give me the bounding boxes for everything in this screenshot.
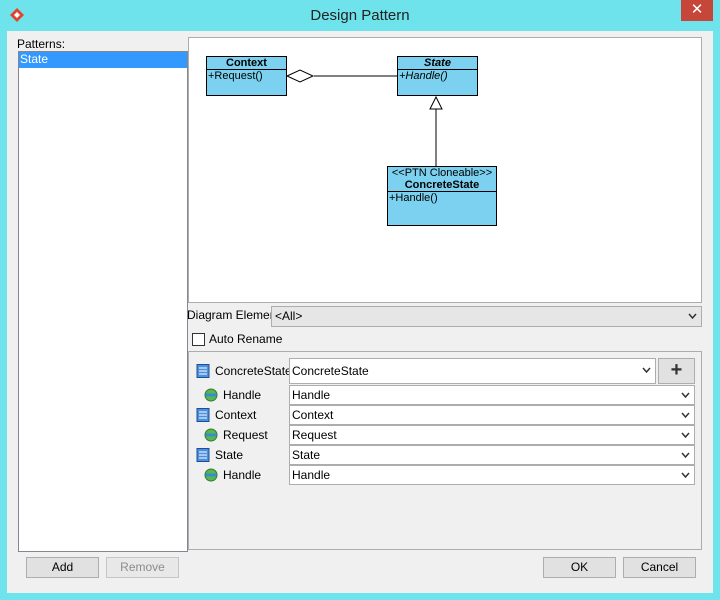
class-name: ConcreteState	[388, 179, 496, 192]
close-button[interactable]: ✕	[681, 0, 713, 21]
state-combo[interactable]: State	[289, 445, 695, 465]
combo-value: Handle	[292, 468, 331, 482]
class-context[interactable]: Context +Request()	[206, 56, 287, 96]
chevron-down-icon	[642, 363, 651, 387]
class-icon	[196, 448, 210, 462]
row-label: Handle	[223, 388, 262, 402]
class-name: State	[398, 57, 477, 70]
combo-value: Context	[292, 408, 334, 422]
auto-rename-checkbox[interactable]	[192, 333, 205, 346]
pattern-item-state[interactable]: State	[19, 52, 187, 68]
class-concrete-state[interactable]: <<PTN Cloneable>> ConcreteState +Handle(…	[387, 166, 497, 226]
remove-button[interactable]: Remove	[106, 557, 179, 578]
combo-value: Handle	[292, 388, 331, 402]
operation-icon	[204, 428, 218, 442]
class-state[interactable]: State +Handle()	[397, 56, 478, 96]
handle-combo[interactable]: Handle	[289, 465, 695, 485]
mapping-row: Request Request	[189, 425, 703, 445]
row-label: Request	[223, 428, 268, 442]
class-stereotype: <<PTN Cloneable>>	[391, 167, 493, 179]
class-name: Context	[207, 57, 286, 70]
diagram-element-select[interactable]: <All>	[271, 306, 702, 327]
combo-value: ConcreteState	[292, 364, 369, 378]
class-icon	[196, 364, 210, 378]
context-combo[interactable]: Context	[289, 405, 695, 425]
concrete-state-combo[interactable]: ConcreteState	[289, 358, 656, 384]
design-pattern-window: Design Pattern ✕ Patterns: State Context…	[0, 0, 720, 600]
mapping-row: State State	[189, 445, 703, 465]
mapping-row: ConcreteState ConcreteState +	[189, 358, 703, 384]
diagram-element-value: <All>	[275, 309, 303, 323]
class-operation: +Handle()	[389, 192, 438, 204]
dialog-body: Patterns: State Context +Request() State…	[7, 31, 713, 593]
chevron-down-icon	[688, 307, 697, 333]
mapping-row: Handle Handle	[189, 465, 703, 485]
ok-button[interactable]: OK	[543, 557, 616, 578]
class-operation: +Request()	[208, 70, 263, 82]
generalization-arrow	[429, 95, 443, 110]
cancel-button[interactable]: Cancel	[623, 557, 696, 578]
operation-icon	[204, 388, 218, 402]
combo-value: State	[292, 448, 321, 462]
class-icon	[196, 408, 210, 422]
request-combo[interactable]: Request	[289, 425, 695, 445]
row-label: ConcreteState	[215, 364, 292, 378]
handle-combo[interactable]: Handle	[289, 385, 695, 405]
mapping-row: Context Context	[189, 405, 703, 425]
mapping-row: Handle Handle	[189, 385, 703, 405]
plus-icon: +	[670, 359, 683, 381]
row-label: State	[215, 448, 244, 462]
add-mapping-button[interactable]: +	[658, 358, 695, 384]
operation-icon	[204, 468, 218, 482]
aggregation-diamond	[285, 69, 315, 83]
patterns-list[interactable]: State	[18, 51, 188, 552]
row-label: Context	[215, 408, 257, 422]
pattern-diagram[interactable]: Context +Request() State +Handle() <<PTN…	[188, 37, 702, 303]
diagram-element-label: Diagram Element	[187, 308, 280, 322]
add-button[interactable]: Add	[26, 557, 99, 578]
chevron-down-icon	[681, 466, 690, 491]
element-mapping-panel: ConcreteState ConcreteState + Handle Han…	[188, 351, 702, 550]
row-label: Handle	[223, 468, 262, 482]
combo-value: Request	[292, 428, 337, 442]
close-icon: ✕	[690, 1, 704, 18]
title-bar[interactable]: Design Pattern ✕	[0, 0, 720, 31]
auto-rename-label: Auto Rename	[209, 332, 283, 346]
window-title: Design Pattern	[310, 7, 410, 24]
class-operation: +Handle()	[399, 70, 448, 82]
patterns-label: Patterns:	[17, 37, 66, 51]
